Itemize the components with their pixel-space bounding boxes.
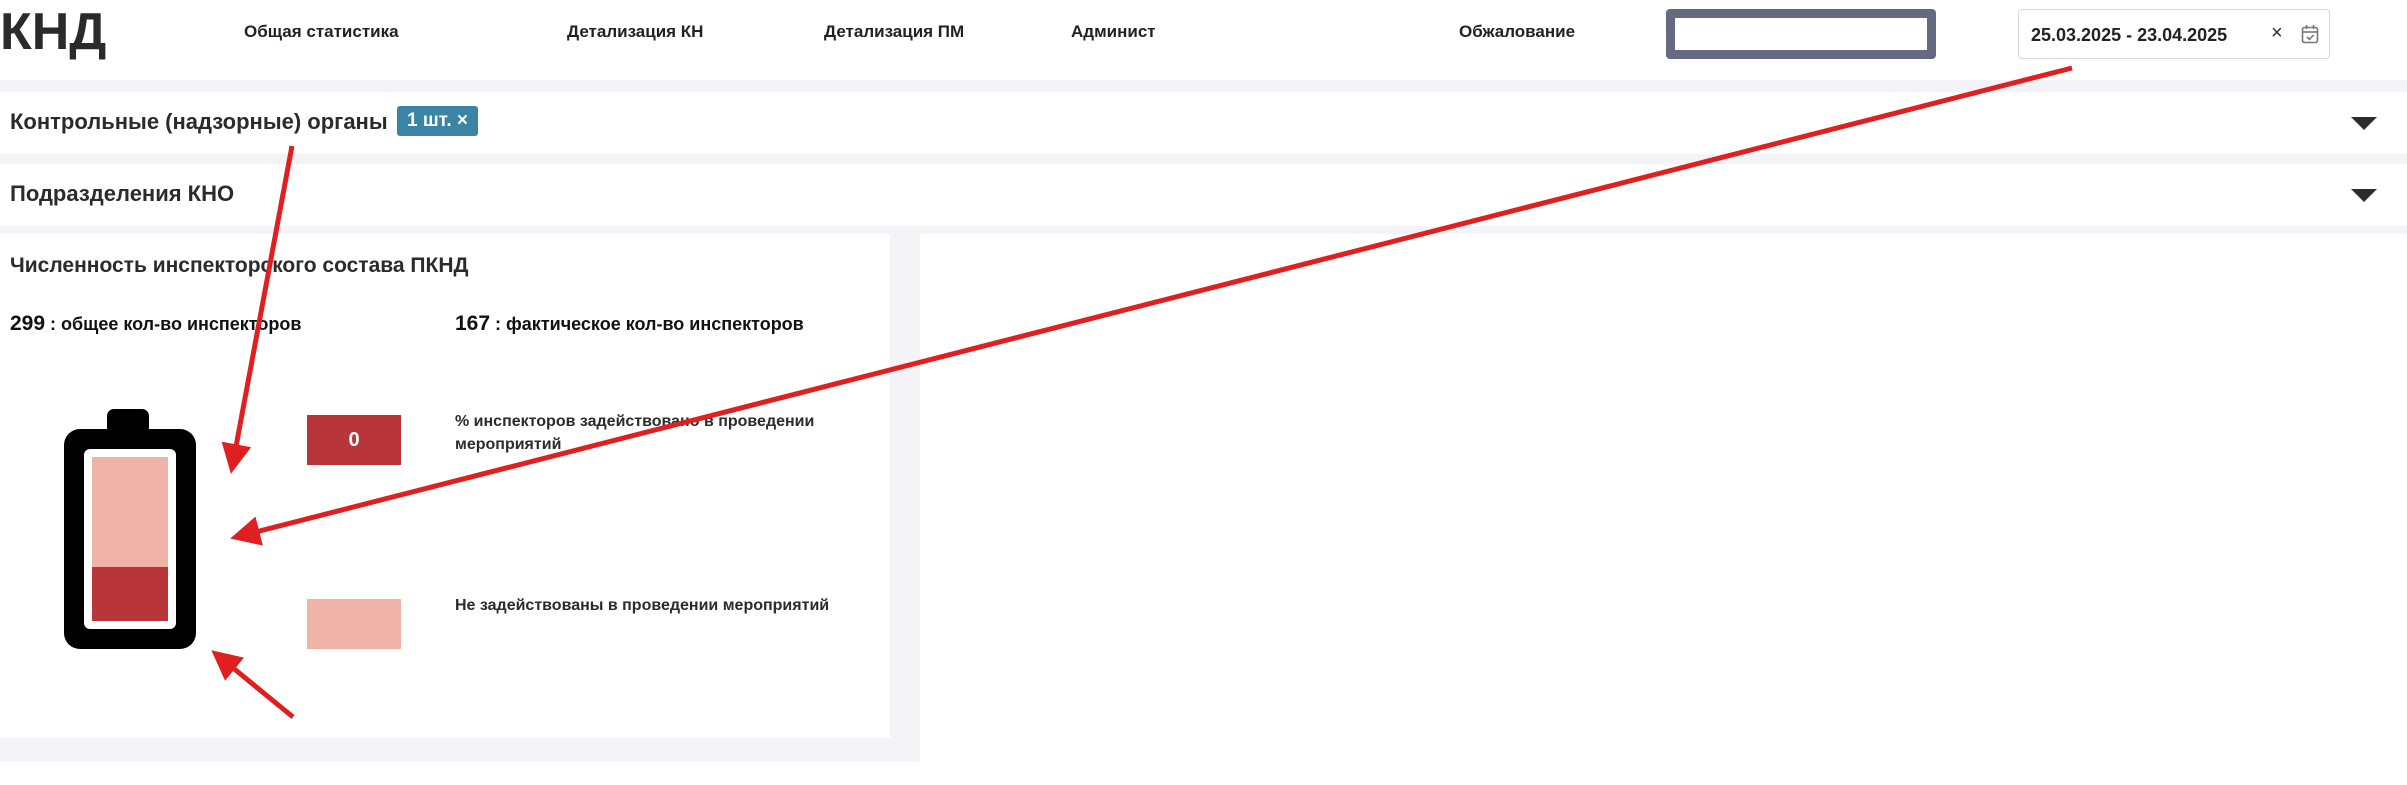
kno-units-filter[interactable]: Подразделения КНО	[0, 164, 2407, 226]
total-inspectors-stat: 299 : общее кол-во инспекторов	[10, 312, 301, 336]
card-title: Численность инспекторского состава ПКНД	[10, 254, 469, 277]
calendar-icon[interactable]	[2301, 24, 2319, 44]
date-range-picker[interactable]: 25.03.2025 - 23.04.2025 ×	[2018, 9, 2330, 59]
selected-count-chip[interactable]: 1 шт. ×	[397, 106, 478, 136]
not-engaged-legend-label: Не задействованы в проведении мероприяти…	[455, 597, 830, 614]
kno-units-title: Подразделения КНО	[10, 181, 235, 206]
top-header: КНД Общая статистика Детализация КН Дета…	[0, 0, 2407, 80]
search-box	[1666, 9, 1936, 59]
app-logo[interactable]: КНД	[0, 2, 106, 62]
nav-administration[interactable]: Админист	[1071, 22, 1157, 42]
chevron-down-icon[interactable]	[2351, 117, 2377, 130]
separator	[0, 80, 2407, 92]
search-input[interactable]	[1675, 18, 1927, 50]
not-engaged-swatch	[307, 599, 401, 649]
inspectors-card: Численность инспекторского состава ПКНД …	[0, 234, 890, 738]
clear-date-icon[interactable]: ×	[2271, 22, 2283, 45]
total-inspectors-label: : общее кол-во инспекторов	[45, 314, 302, 334]
control-bodies-title: Контрольные (надзорные) органы	[10, 109, 388, 134]
battery-engaged-fill	[92, 567, 168, 621]
separator	[890, 234, 920, 762]
actual-inspectors-label: : фактическое кол-во инспекторов	[490, 314, 804, 334]
battery-gauge	[64, 409, 196, 649]
control-bodies-filter[interactable]: Контрольные (надзорные) органы 1 шт. ×	[0, 92, 2407, 154]
total-inspectors-value: 299	[10, 312, 46, 335]
engaged-percent-swatch: 0	[307, 415, 401, 465]
nav-kn-details[interactable]: Детализация КН	[567, 22, 703, 42]
actual-inspectors-stat: 167 : фактическое кол-во инспекторов	[455, 312, 804, 336]
date-range-value[interactable]: 25.03.2025 - 23.04.2025	[2031, 25, 2227, 46]
nav-appeals[interactable]: Обжалование	[1459, 22, 1575, 42]
nav-pm-details[interactable]: Детализация ПМ	[824, 22, 964, 42]
separator	[0, 738, 890, 762]
page: КНД Общая статистика Детализация КН Дета…	[0, 0, 2407, 785]
separator	[0, 226, 2407, 234]
separator	[0, 154, 2407, 164]
engaged-legend-label: % инспекторов задействовано в проведении…	[455, 413, 815, 453]
actual-inspectors-value: 167	[455, 312, 491, 335]
nav-general-statistics[interactable]: Общая статистика	[244, 22, 399, 42]
chevron-down-icon[interactable]	[2351, 189, 2377, 202]
